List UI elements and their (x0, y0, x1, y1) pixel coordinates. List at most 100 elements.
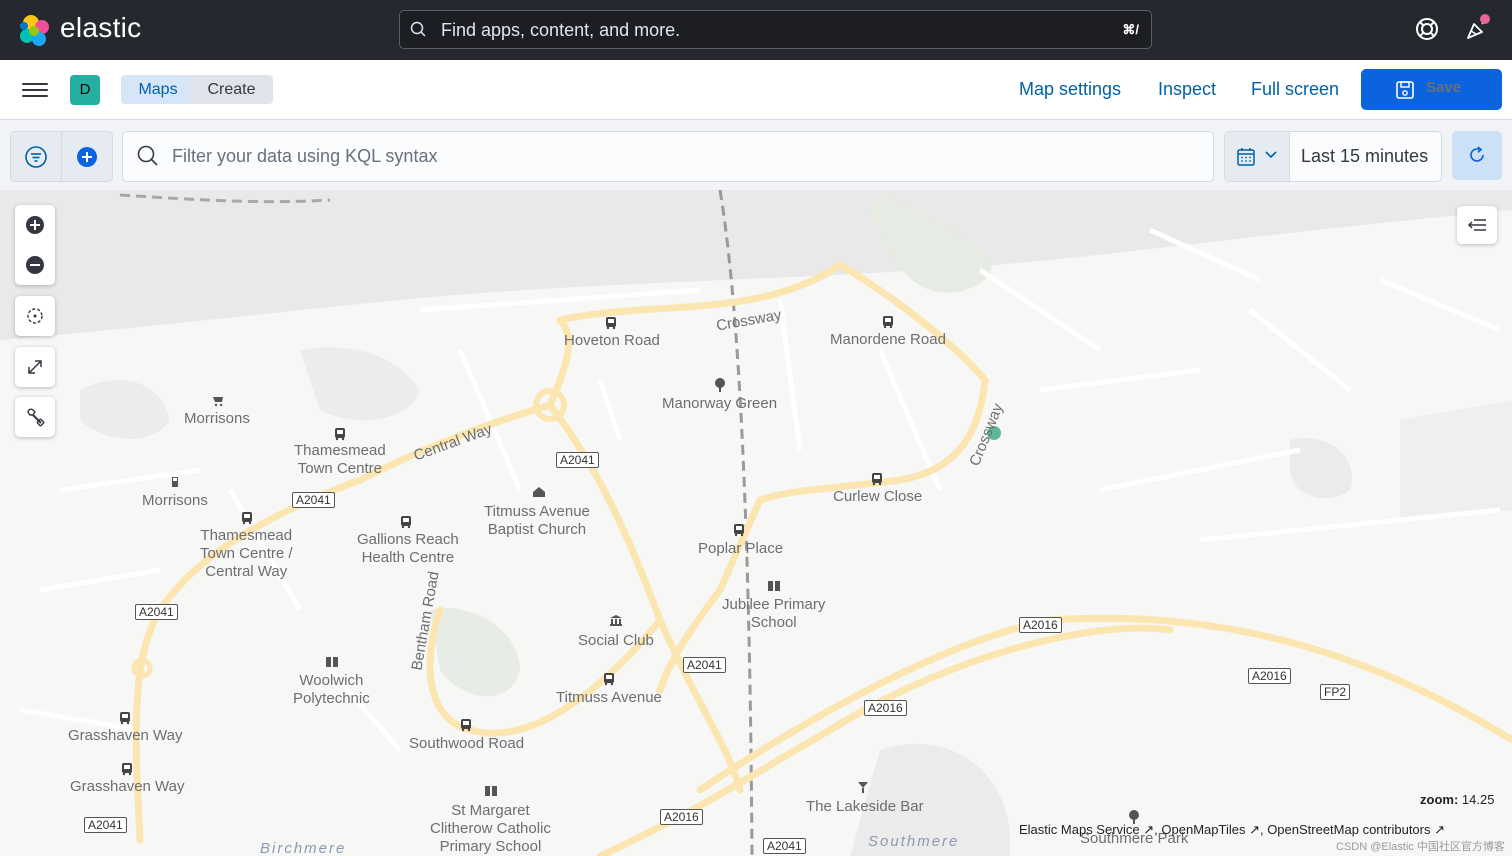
zoom-value: 14.25 (1461, 792, 1495, 807)
attribution-link[interactable]: Elastic Maps Service (1019, 822, 1140, 837)
refresh-button[interactable] (1452, 131, 1502, 180)
bus-stop-icon (606, 317, 616, 330)
inspect-button[interactable]: Inspect (1158, 79, 1216, 100)
place-label: Curlew Close (833, 488, 923, 505)
fit-to-data-button[interactable] (15, 347, 55, 387)
zoom-label: zoom: (1420, 792, 1459, 807)
bus-stop-icon (122, 763, 132, 776)
elastic-logo-icon[interactable] (18, 14, 52, 48)
place-label: Morrisons (142, 492, 208, 509)
church-icon (533, 487, 545, 497)
menu-icon-line (22, 95, 48, 97)
query-bar: Filter your data using KQL syntax Last 1… (0, 120, 1512, 190)
news-feed-button[interactable] (1462, 14, 1492, 44)
quick-select-button[interactable] (1225, 132, 1290, 181)
tools-wrap (15, 397, 55, 437)
place-label: Grasshaven Way (68, 727, 183, 744)
kql-search-input[interactable]: Filter your data using KQL syntax (122, 131, 1214, 182)
set-view-wrap (15, 296, 55, 336)
zoom-in-button[interactable] (15, 205, 55, 245)
menu-icon-line (22, 89, 48, 91)
map-basemap (0, 190, 1512, 856)
add-filter-icon[interactable] (75, 145, 99, 169)
date-picker: Last 15 minutes (1224, 131, 1442, 182)
refresh-icon (1470, 146, 1484, 162)
kql-placeholder: Filter your data using KQL syntax (172, 146, 438, 166)
place-label: St Margaret Clitherow Catholic Primary S… (430, 802, 551, 855)
zoom-controls (15, 205, 55, 285)
bus-stop-icon (335, 428, 345, 441)
expand-icon (28, 360, 42, 374)
road-shield: A2016 (1019, 617, 1062, 633)
place-label: The Lakeside Bar (806, 798, 924, 815)
menu-icon (22, 83, 48, 85)
zoom-out-button[interactable] (15, 245, 55, 285)
notification-dot (1480, 14, 1490, 24)
shop-icon (213, 397, 223, 407)
filter-button-group (10, 131, 113, 182)
draw-tools-button[interactable] (15, 397, 55, 437)
search-icon (137, 145, 158, 166)
bus-stop-icon (242, 512, 252, 525)
club-icon (610, 615, 622, 626)
place-label: Manorway Green (662, 395, 778, 412)
school-icon (485, 786, 497, 796)
help-icon[interactable] (1414, 16, 1440, 42)
calendar-icon (1237, 148, 1255, 166)
breadcrumb-maps[interactable]: Maps (121, 75, 195, 104)
filter-menu-icon[interactable] (24, 145, 48, 169)
bus-stop-icon (872, 473, 882, 486)
road-shield: A2016 (1248, 668, 1291, 684)
place-label: Titmuss Avenue Baptist Church (484, 503, 590, 538)
bus-stop-icon (883, 316, 893, 329)
school-icon (326, 657, 338, 667)
chevron-down-icon (1265, 151, 1277, 159)
global-search-input[interactable]: Find apps, content, and more. ⌘/ (399, 10, 1152, 49)
wrench-icon (27, 408, 45, 427)
place-label: Social Club (578, 632, 654, 649)
water-label: Birchmere (260, 840, 347, 856)
bus-stop-icon (401, 516, 411, 529)
crosshair-icon (27, 308, 43, 324)
space-avatar[interactable]: D (70, 75, 100, 105)
set-view-button[interactable] (15, 296, 55, 336)
road-shield: A2041 (135, 604, 178, 620)
menu-toggle-button[interactable] (22, 79, 48, 101)
save-button[interactable]: Save (1361, 69, 1502, 110)
save-label: Save (1426, 79, 1462, 96)
place-label: Gallions Reach Health Centre (357, 531, 459, 566)
brand-name[interactable]: elastic (60, 12, 141, 44)
breadcrumb-create: Create (190, 75, 273, 104)
global-search-placeholder: Find apps, content, and more. (441, 20, 681, 40)
minus-icon (26, 256, 44, 274)
road-shield: FP2 (1320, 684, 1351, 700)
fuel-icon (172, 477, 178, 487)
map-settings-button[interactable]: Map settings (1019, 79, 1121, 100)
road-shield: A2041 (763, 838, 806, 854)
road-shield: A2041 (84, 817, 127, 833)
attribution-link[interactable]: OpenStreetMap contributors (1267, 822, 1430, 837)
map-canvas[interactable]: Hoveton Road Crossway Manordene Road Man… (0, 190, 1512, 856)
plus-icon (26, 216, 44, 234)
place-label: Jubilee Primary School (722, 596, 826, 631)
place-label: Southwood Road (409, 735, 525, 752)
road-shield: A2041 (556, 452, 599, 468)
zoom-readout: zoom: 14.25 (1420, 792, 1494, 807)
school-icon (768, 581, 780, 591)
global-header: elastic Find apps, content, and more. ⌘/ (0, 0, 1512, 60)
bus-stop-icon (604, 673, 614, 686)
place-label: Manordene Road (830, 331, 946, 348)
tree-icon (715, 378, 725, 392)
divider (61, 132, 62, 181)
place-label: Grasshaven Way (70, 778, 185, 795)
save-icon (1396, 81, 1414, 99)
full-screen-button[interactable]: Full screen (1251, 79, 1339, 100)
time-range-label[interactable]: Last 15 minutes (1301, 146, 1428, 167)
place-label: Thamesmead Town Centre (294, 442, 386, 477)
layer-control-button[interactable] (1457, 206, 1497, 244)
place-label: Thamesmead Town Centre / Central Way (200, 527, 293, 580)
bus-stop-icon (461, 719, 471, 732)
fit-wrap (15, 347, 55, 387)
road-shield: A2016 (660, 809, 703, 825)
attribution-link[interactable]: OpenMapTiles (1161, 822, 1245, 837)
